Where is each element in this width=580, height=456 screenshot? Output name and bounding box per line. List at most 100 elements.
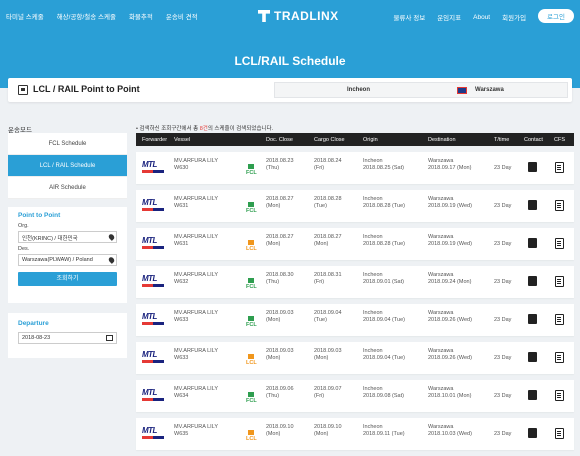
doc-close-date: 2018.09.06 [266, 386, 294, 392]
mode-fcl-schedule[interactable]: FCL Schedule [8, 133, 127, 155]
route-origin: Incheon [347, 87, 371, 93]
forwarder-logo: MTL [142, 198, 164, 211]
location-pin-icon [107, 256, 116, 264]
nav-cargo-tracking[interactable]: 화물추적 [129, 11, 153, 21]
forwarder-logo: MTL [142, 274, 164, 287]
search-button[interactable]: 조회하기 [18, 272, 117, 286]
table-body: MTL MV.ARFURA LILY W630 FCL 2018.08.23 (Thu) 2… [136, 152, 574, 450]
doc-close-day: (Thu) [266, 165, 280, 171]
p2p-title: Point to Point [18, 212, 61, 219]
vessel-name: MV.ARFURA LILY [174, 424, 219, 430]
service-type: FCL [246, 170, 257, 176]
cargo-close-day: (Fri) [314, 393, 325, 399]
result-suffix: 의 스케줄이 검색되었습니다. [207, 126, 274, 132]
destination-cell: Warszawa 2018.09.24 (Mon) [428, 272, 471, 286]
doc-close-day: (Thu) [266, 279, 280, 285]
nav-logistics-info[interactable]: 물류사 정보 [393, 12, 425, 22]
route-summary: Incheon Warszawa [274, 82, 568, 98]
table-row[interactable]: MTL MV.ARFURA LILY W634 FCL 2018.09.06 (Thu) 2… [136, 380, 574, 412]
th-origin: Origin [363, 137, 378, 143]
transit-time: 23 Day [494, 317, 512, 323]
vessel-name: MV.ARFURA LILY [174, 234, 219, 240]
document-icon[interactable] [555, 352, 564, 363]
destination-port: Warszawa [428, 424, 454, 430]
phone-icon[interactable] [528, 428, 537, 438]
document-icon[interactable] [555, 200, 564, 211]
table-row[interactable]: MTL MV.ARFURA LILY W631 LCL 2018.08.27 (Mon) 2… [136, 228, 574, 260]
nav-freight-quote[interactable]: 운송비 견적 [166, 11, 198, 21]
document-icon[interactable] [555, 238, 564, 249]
phone-icon[interactable] [528, 276, 537, 286]
phone-icon[interactable] [528, 162, 537, 172]
cargo-close-cell: 2018.08.24 (Fri) [314, 158, 342, 172]
doc-close-cell: 2018.08.30 (Thu) [266, 272, 294, 286]
nav-signup[interactable]: 회원가입 [502, 12, 526, 22]
vessel-cell: MV.ARFURA LILY W631 [174, 196, 218, 210]
table-row[interactable]: MTL MV.ARFURA LILY W631 FCL 2018.08.27 (Mon) 2… [136, 190, 574, 222]
table-row[interactable]: MTL MV.ARFURA LILY W632 FCL 2018.08.30 (Thu) 2… [136, 266, 574, 298]
cargo-close-date: 2018.09.07 [314, 386, 342, 392]
origin-port: Incheon [363, 386, 383, 392]
nav-right: 물류사 정보 운임지표 About 회원가입 로그인 [393, 9, 580, 23]
table-row[interactable]: MTL MV.ARFURA LILY W635 LCL 2018.09.10 (Mon) 2… [136, 418, 574, 450]
table-row[interactable]: MTL MV.ARFURA LILY W633 FCL 2018.09.03 (Mon) 2… [136, 304, 574, 336]
vessel-name: MV.ARFURA LILY [174, 196, 219, 202]
title-bar-title: LCL / RAIL Point to Point [33, 84, 140, 94]
departure-date-field[interactable]: 2018-08-23 [18, 332, 117, 344]
result-message: • 검색하신 조회구간에서 총 8건의 스케줄이 검색되었습니다. [136, 124, 273, 132]
document-icon[interactable] [555, 390, 564, 401]
destination-date: 2018.09.19 (Wed) [428, 203, 472, 209]
nav-left: 타미널 스케줄 해상/공항/철송 스케줄 화물추적 운송비 견적 [6, 11, 211, 21]
destination-port: Warszawa [428, 348, 454, 354]
doc-close-day: (Mon) [266, 431, 281, 437]
document-icon[interactable] [555, 162, 564, 173]
origin-cell: Incheon 2018.08.28 (Tue) [363, 234, 405, 248]
forwarder-logo: MTL [142, 312, 164, 325]
vessel-cell: MV.ARFURA LILY W633 [174, 310, 218, 324]
table-row[interactable]: MTL MV.ARFURA LILY W633 LCL 2018.09.03 (Mon) 2… [136, 342, 574, 374]
phone-icon[interactable] [528, 238, 537, 248]
vessel-voyage: W635 [174, 431, 189, 437]
nav-sea-air-rail-schedule[interactable]: 해상/공항/철송 스케줄 [57, 11, 116, 21]
doc-close-cell: 2018.08.27 (Mon) [266, 234, 294, 248]
destination-date: 2018.09.26 (Wed) [428, 355, 472, 361]
origin-field[interactable]: 인천(KRINC) / 대한민국 [18, 231, 117, 243]
cargo-close-cell: 2018.09.04 (Tue) [314, 310, 342, 324]
destination-date: 2018.09.19 (Wed) [428, 241, 472, 247]
calendar-icon[interactable] [106, 335, 113, 341]
origin-port: Incheon [363, 196, 383, 202]
phone-icon[interactable] [528, 314, 537, 324]
phone-icon[interactable] [528, 200, 537, 210]
result-count: 8건 [199, 126, 208, 132]
destination-field[interactable]: Warszawa(PLWAW) / Poland [18, 254, 117, 266]
doc-close-cell: 2018.09.03 (Mon) [266, 348, 294, 362]
doc-close-date: 2018.09.03 [266, 348, 294, 354]
doc-close-cell: 2018.09.10 (Mon) [266, 424, 294, 438]
document-icon[interactable] [555, 276, 564, 287]
phone-icon[interactable] [528, 352, 537, 362]
document-icon[interactable] [555, 428, 564, 439]
destination-port: Warszawa [428, 310, 454, 316]
point-to-point-card: Point to Point Org. 인천(KRINC) / 대한민국 Des… [8, 207, 127, 303]
doc-close-date: 2018.09.10 [266, 424, 294, 430]
header-banner: 타미널 스케줄 해상/공항/철송 스케줄 화물추적 운송비 견적 TRADLIN… [0, 0, 580, 88]
logo-mark-icon [258, 10, 270, 22]
destination-date: 2018.09.24 (Mon) [428, 279, 472, 285]
login-button[interactable]: 로그인 [538, 9, 574, 23]
doc-close-date: 2018.09.03 [266, 310, 294, 316]
vessel-cell: MV.ARFURA LILY W630 [174, 158, 218, 172]
mode-air-schedule[interactable]: AIR Schedule [8, 177, 127, 199]
vessel-cell: MV.ARFURA LILY W635 [174, 424, 218, 438]
document-icon[interactable] [555, 314, 564, 325]
table-row[interactable]: MTL MV.ARFURA LILY W630 FCL 2018.08.23 (Thu) 2… [136, 152, 574, 184]
nav-terminal-schedule[interactable]: 타미널 스케줄 [6, 11, 44, 21]
nav-freight-index[interactable]: 운임지표 [437, 12, 461, 22]
destination-label: Des. [18, 246, 30, 252]
nav-about[interactable]: About [473, 14, 490, 21]
origin-cell: Incheon 2018.09.01 (Sat) [363, 272, 404, 286]
destination-date: 2018.10.01 (Mon) [428, 393, 472, 399]
phone-icon[interactable] [528, 390, 537, 400]
result-prefix: 검색하신 조회구간에서 총 [139, 126, 200, 132]
tradlinx-logo[interactable]: TRADLINX [258, 9, 339, 23]
mode-lcl-rail-schedule[interactable]: LCL / RAIL Schedule [8, 155, 127, 177]
